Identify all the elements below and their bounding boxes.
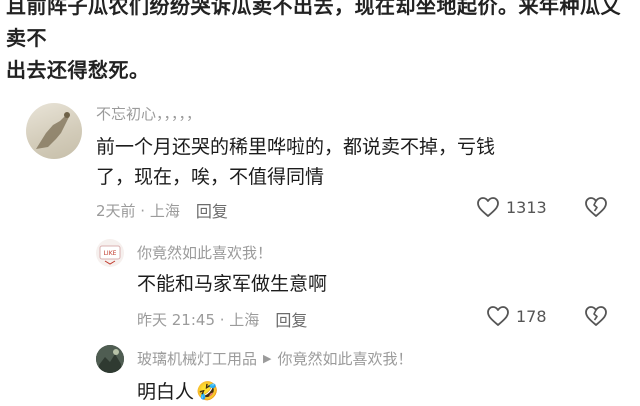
reply-header: 玻璃机械灯工用品 ▶ 你竟然如此喜欢我！ [137,348,413,369]
dislike-button[interactable] [584,196,608,218]
comment-text: 前一个月还哭的稀里哗啦的，都说卖不掉，亏钱 了，现在，唉，不值得同情 [96,132,616,192]
comment-username[interactable]: 不忘初心，，，，， [96,103,201,124]
reply-button[interactable]: 回复 [275,307,307,331]
heart-outline-icon [487,306,509,326]
heart-outline-icon [477,197,499,217]
reply-text: 明白人 [137,381,195,403]
avatar-image-icon [96,345,124,373]
reply-to-username[interactable]: 你竟然如此喜欢我！ [277,348,412,369]
comment-meta: 2天前 · 上海 回复 [96,198,228,222]
dislike-button[interactable] [584,305,608,327]
broken-heart-icon [585,197,607,217]
svg-text:LIKE: LIKE [104,250,117,257]
reply-username[interactable]: 玻璃机械灯工用品 [137,348,257,369]
like-count: 1313 [506,197,547,217]
comment-section: 不忘初心，，，，， 前一个月还哭的稀里哗啦的，都说卖不掉，亏钱 了，现在，唉，不… [0,95,640,406]
avatar-image-icon: LIKE [99,245,121,265]
reply-arrow-icon: ▶ [263,352,272,365]
avatar[interactable] [96,345,124,373]
broken-heart-icon [585,306,607,326]
reply-text: 不能和马家军做生意啊 [137,273,328,295]
article-line-1: 且前阵子瓜农们纷纷哭诉瓜卖不出去，现在却坐地起价。来年种瓜又卖不 [6,0,621,50]
like-count: 178 [516,306,547,326]
laughing-emoji-icon: 🤣 [196,381,219,402]
avatar[interactable] [26,103,82,159]
comment-text-line-1: 前一个月还哭的稀里哗啦的，都说卖不掉，亏钱 [96,136,496,158]
reply-username[interactable]: 你竟然如此喜欢我！ [137,242,272,263]
article-excerpt: 且前阵子瓜农们纷纷哭诉瓜卖不出去，现在却坐地起价。来年种瓜又卖不 出去还得愁死。 [0,0,640,86]
reply-button[interactable]: 回复 [196,198,228,222]
comment-time-location: 2天前 · 上海 [96,201,180,220]
reply-meta: 昨天 21:45 · 上海 回复 [137,307,307,331]
reply-text-row: 明白人 🤣 [137,377,218,406]
avatar[interactable]: LIKE [96,239,124,267]
avatar-image-icon [36,112,70,149]
article-line-2: 出去还得愁死。 [6,58,150,82]
comment-text-line-2: 了，现在，唉，不值得同情 [96,166,325,188]
like-button[interactable]: 178 [486,305,547,327]
reply-time-location: 昨天 21:45 · 上海 [137,310,260,329]
like-button[interactable]: 1313 [476,196,547,218]
